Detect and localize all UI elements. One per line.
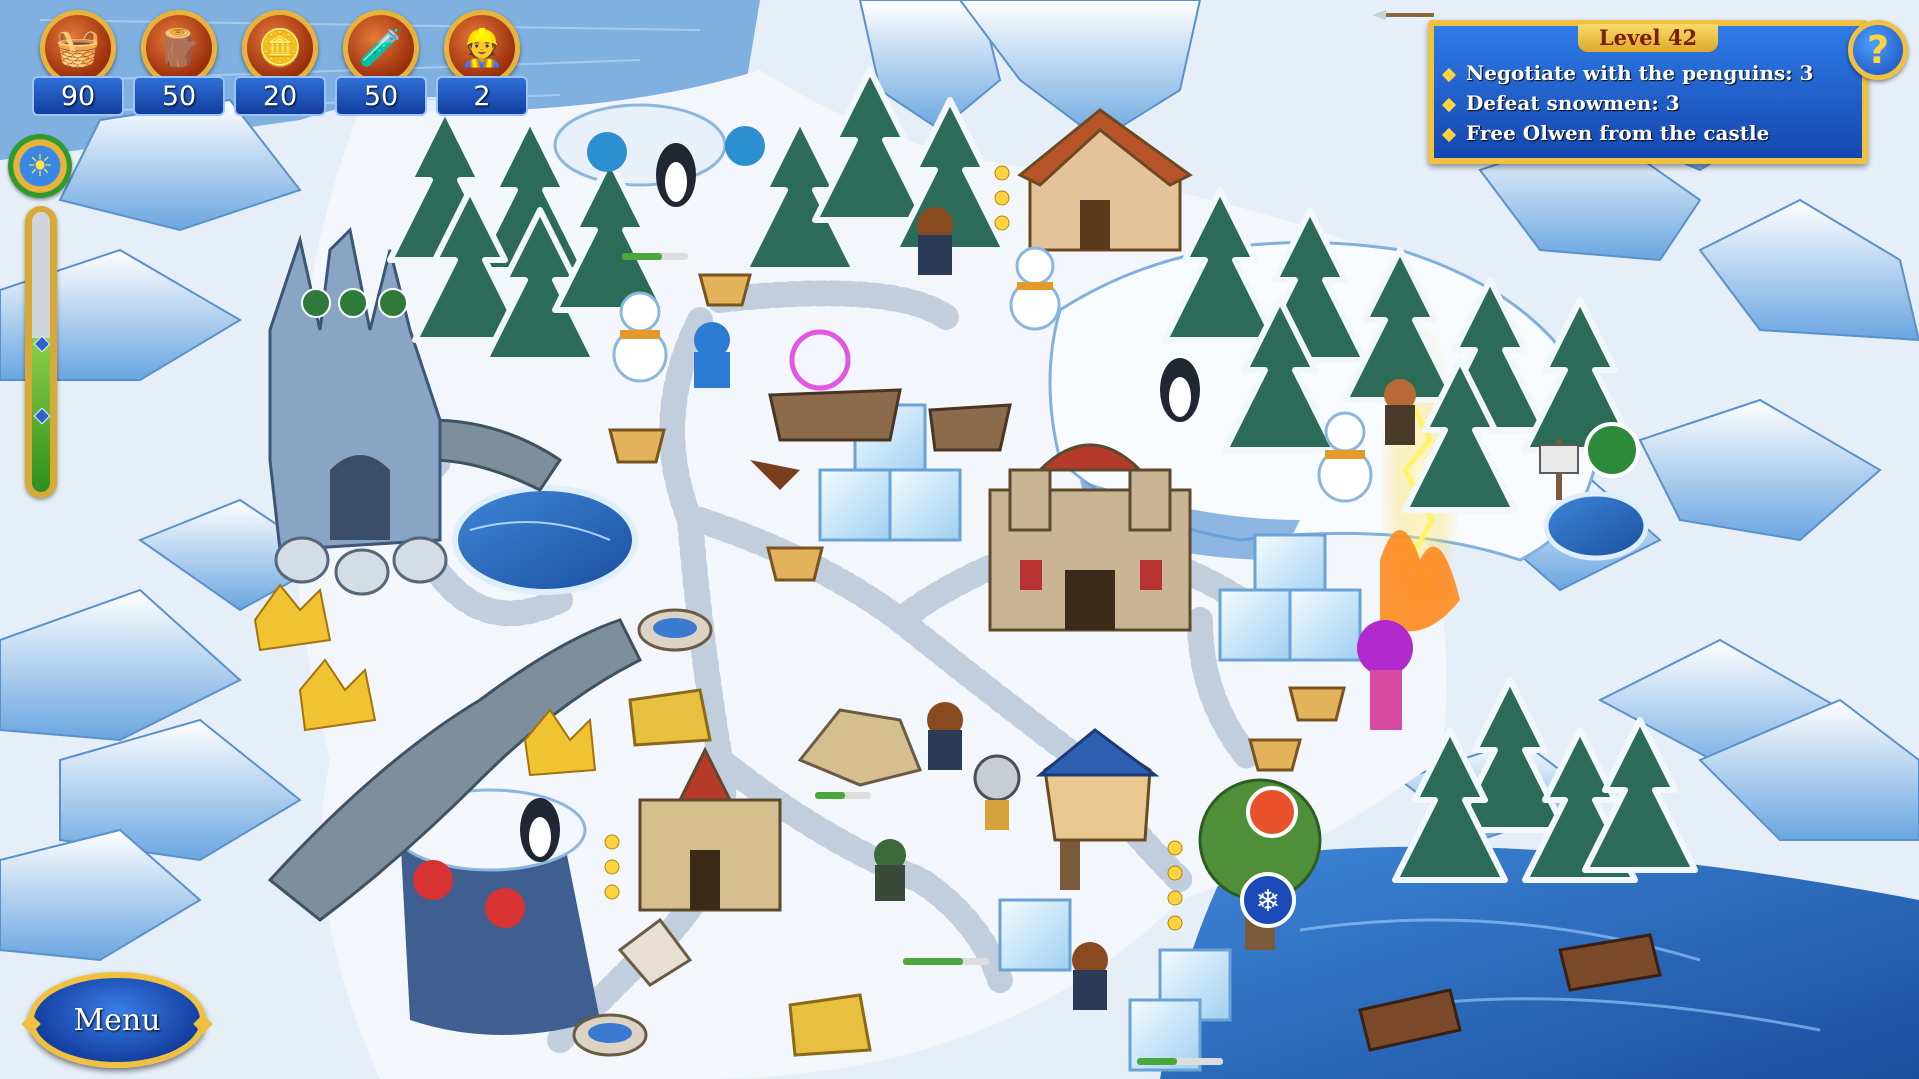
diamond-bullet-icon — [1441, 127, 1457, 143]
objectives-panel: Level 42 Negotiate with the penguins: 3 … — [1428, 20, 1868, 164]
objective-item: Defeat snowmen: 3 — [1441, 88, 1814, 118]
resource-wood: 🪵 50 — [133, 10, 225, 118]
objective-item: Free Olwen from the castle — [1441, 118, 1814, 148]
food-count: 90 — [32, 76, 124, 116]
sun-icon: ☀ — [8, 134, 72, 198]
resource-gold: 🪙 20 — [234, 10, 326, 118]
gold-count: 20 — [234, 76, 326, 116]
wood-count: 50 — [133, 76, 225, 116]
resource-mana: 🧪 50 — [335, 10, 427, 118]
mana-count: 50 — [335, 76, 427, 116]
timer-gauge — [25, 206, 57, 498]
diamond-bullet-icon — [1441, 67, 1457, 83]
mana-potion-icon: 🧪 — [343, 10, 419, 86]
level-title: Level 42 — [1578, 24, 1718, 52]
workers-count: 2 — [436, 76, 528, 116]
spear-icon — [1372, 10, 1434, 20]
gold-coins-icon: 🪙 — [242, 10, 318, 86]
wood-logs-icon: 🪵 — [141, 10, 217, 86]
worker-icon: 👷 — [444, 10, 520, 86]
help-button[interactable]: ? — [1848, 20, 1908, 80]
menu-label: Menu — [73, 1002, 161, 1038]
day-timer: ☀ — [8, 134, 72, 506]
svg-text:❄: ❄ — [1255, 884, 1280, 919]
menu-button[interactable]: Menu — [21, 972, 213, 1068]
food-basket-icon: 🧺 — [40, 10, 116, 86]
diamond-bullet-icon — [1441, 97, 1457, 113]
resource-food: 🧺 90 — [32, 10, 124, 118]
resource-workers: 👷 2 — [436, 10, 528, 118]
objective-list: Negotiate with the penguins: 3 Defeat sn… — [1441, 58, 1814, 148]
objective-item: Negotiate with the penguins: 3 — [1441, 58, 1814, 88]
